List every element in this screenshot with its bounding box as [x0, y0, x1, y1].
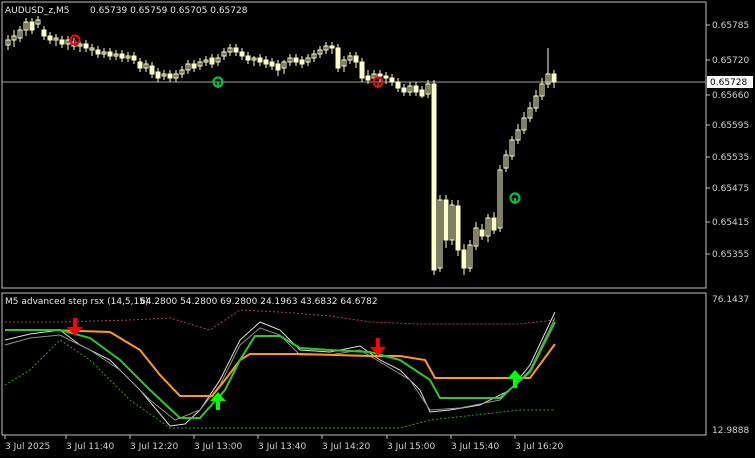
rsx-line — [5, 321, 556, 419]
candle-body — [329, 45, 335, 49]
current-price-label: 0.65728 — [710, 78, 747, 88]
price-tick-label: 0.65415 — [712, 218, 749, 228]
indicator-header: M5 advanced step rsx (14,5,15) — [5, 297, 148, 307]
candle-body — [149, 65, 155, 75]
candle-body — [245, 55, 251, 61]
candle-body — [491, 217, 497, 231]
main-panel-frame — [1, 1, 707, 289]
candle-body — [83, 43, 89, 49]
indicator-values: 64.2800 54.2800 69.2800 24.1963 43.6832 … — [140, 297, 378, 307]
candle-body — [389, 77, 395, 83]
time-tick-label: 3 Jul 13:00 — [194, 442, 243, 452]
candle-body — [419, 89, 425, 97]
arrow-up-icon — [507, 370, 523, 388]
indicator-panel-frame — [1, 292, 707, 436]
candle-body — [257, 57, 263, 63]
candle-body — [275, 63, 281, 71]
candle-body — [95, 49, 101, 55]
candle-body — [47, 35, 53, 41]
candle-body — [455, 205, 461, 251]
price-tick-label: 0.65475 — [712, 184, 749, 194]
time-tick-label: 3 Jul 12:20 — [130, 442, 179, 452]
candle-body — [191, 63, 197, 69]
time-tick-label: 3 Jul 14:20 — [322, 442, 371, 452]
candle-body — [29, 21, 35, 31]
time-tick-label: 3 Jul 13:40 — [258, 442, 307, 452]
candle-body — [263, 59, 269, 65]
indicator-scale-bottom: 12.9888 — [712, 426, 749, 436]
white-line — [4, 311, 556, 427]
candle-body — [293, 57, 299, 63]
candle-body — [353, 55, 359, 63]
candle-body — [119, 53, 125, 59]
time-tick-label: 3 Jul 2025 — [5, 442, 50, 452]
candle-body — [269, 61, 275, 67]
candle-body — [299, 59, 305, 65]
candle-body — [401, 87, 407, 93]
indicator-layer — [4, 309, 556, 429]
time-tick-label: 3 Jul 11:40 — [66, 442, 115, 452]
candle-body — [155, 71, 161, 79]
candles-layer — [5, 16, 557, 275]
price-tick-label: 0.65355 — [712, 250, 749, 260]
time-tick-label: 3 Jul 15:40 — [451, 442, 500, 452]
price-tick-label: 0.65785 — [712, 21, 749, 31]
candle-body — [41, 29, 47, 37]
candle-body — [107, 51, 113, 57]
upper-band-line — [5, 309, 556, 331]
candle-body — [239, 51, 245, 57]
ohlc-values: 0.65739 0.65759 0.65705 0.65728 — [90, 6, 248, 16]
candle-body — [413, 85, 419, 93]
candle-body — [431, 83, 437, 271]
candle-body — [209, 57, 215, 65]
candle-body — [395, 81, 401, 89]
candle-body — [335, 47, 341, 69]
time-tick-label: 3 Jul 16:20 — [515, 442, 564, 452]
candle-body — [377, 73, 383, 77]
price-tick-label: 0.65720 — [712, 56, 749, 66]
time-tick-label: 3 Jul 15:00 — [387, 442, 436, 452]
candle-body — [383, 75, 389, 79]
candle-body — [131, 55, 137, 61]
candle-body — [365, 75, 371, 81]
grey-line — [4, 317, 556, 421]
price-tick-label: 0.65535 — [712, 153, 749, 163]
time-axis[interactable]: 3 Jul 2025 3 Jul 11:40 3 Jul 12:20 3 Jul 13… — [4, 435, 564, 452]
candle-body — [233, 47, 239, 53]
candle-body — [479, 229, 485, 237]
symbol-header: AUDUSD_z,M5 — [5, 6, 69, 16]
candle-body — [443, 199, 449, 241]
candle-body — [59, 39, 65, 45]
step-line — [5, 329, 556, 397]
price-tick-label: 0.65595 — [712, 121, 749, 131]
candle-body — [359, 61, 365, 79]
indicator-scale-top: 76.1437 — [712, 295, 749, 305]
candle-body — [137, 61, 143, 69]
candle-body — [551, 73, 557, 83]
price-tick-label: 0.65660 — [712, 91, 749, 101]
chart-canvas[interactable]: AUDUSD_z,M5 0.65739 0.65759 0.65705 0.65… — [0, 0, 755, 458]
candle-body — [167, 73, 173, 79]
candle-body — [461, 249, 467, 269]
